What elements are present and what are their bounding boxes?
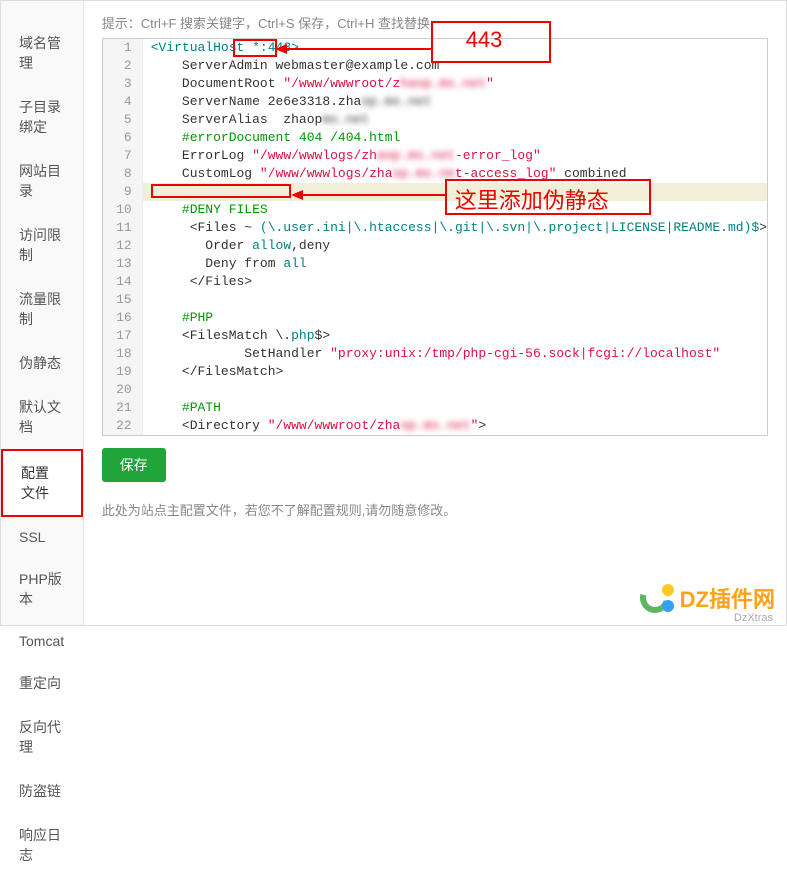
code-line[interactable]: 4 ServerName 2e6e3318.zhaop.ms.net	[103, 93, 767, 111]
code-content[interactable]: <VirtualHost *:443>	[143, 39, 767, 57]
code-content[interactable]: Order allow,deny	[143, 237, 767, 255]
code-content[interactable]: Deny from all	[143, 255, 767, 273]
code-line[interactable]: 1<VirtualHost *:443>	[103, 39, 767, 57]
sidebar-item-redirect[interactable]: 重定向	[1, 661, 83, 705]
code-line[interactable]: 12 Order allow,deny	[103, 237, 767, 255]
sidebar-item-ssl[interactable]: SSL	[1, 517, 83, 557]
line-number: 14	[103, 273, 143, 291]
sidebar-item-config-file[interactable]: 配置文件	[1, 449, 83, 517]
code-line[interactable]: 8 CustomLog "/www/wwwlogs/zhaop.ms.net-a…	[103, 165, 767, 183]
line-number: 18	[103, 345, 143, 363]
sidebar-item-rewrite[interactable]: 伪静态	[1, 341, 83, 385]
line-number: 11	[103, 219, 143, 237]
sidebar-item-domain-manage[interactable]: 域名管理	[1, 21, 83, 85]
save-button[interactable]: 保存	[102, 448, 166, 482]
code-content[interactable]: <Files ~ (\.user.ini|\.htaccess|\.git|\.…	[143, 219, 767, 237]
code-line[interactable]: 21 #PATH	[103, 399, 767, 417]
sidebar-item-hotlink[interactable]: 防盗链	[1, 769, 83, 813]
sidebar-item-access-limit[interactable]: 访问限制	[1, 213, 83, 277]
sidebar-item-php-version[interactable]: PHP版本	[1, 557, 83, 621]
line-number: 6	[103, 129, 143, 147]
sidebar-item-default-doc[interactable]: 默认文档	[1, 385, 83, 449]
watermark-text: DZ插件网	[680, 582, 775, 614]
line-number: 1	[103, 39, 143, 57]
line-number: 17	[103, 327, 143, 345]
code-line[interactable]: 13 Deny from all	[103, 255, 767, 273]
code-content[interactable]: SetHandler "proxy:unix:/tmp/php-cgi-56.s…	[143, 345, 767, 363]
code-content[interactable]: #DENY FILES	[143, 201, 767, 219]
code-content[interactable]	[143, 183, 767, 201]
sidebar-item-tomcat[interactable]: Tomcat	[1, 621, 83, 661]
code-line[interactable]: 10 #DENY FILES	[103, 201, 767, 219]
code-content[interactable]: DocumentRoot "/www/wwwroot/zhaop.ms.net"	[143, 75, 767, 93]
code-line[interactable]: 17 <FilesMatch \.php$>	[103, 327, 767, 345]
code-content[interactable]: #errorDocument 404 /404.html	[143, 129, 767, 147]
line-number: 15	[103, 291, 143, 309]
code-line[interactable]: 18 SetHandler "proxy:unix:/tmp/php-cgi-5…	[103, 345, 767, 363]
code-line[interactable]: 20	[103, 381, 767, 399]
sidebar-item-response-log[interactable]: 响应日志	[1, 813, 83, 877]
line-number: 4	[103, 93, 143, 111]
code-content[interactable]: </Files>	[143, 273, 767, 291]
code-content[interactable]	[143, 381, 767, 399]
code-line[interactable]: 9	[103, 183, 767, 201]
sidebar-item-traffic-limit[interactable]: 流量限制	[1, 277, 83, 341]
line-number: 5	[103, 111, 143, 129]
code-content[interactable]: ServerAlias zhaopms.net	[143, 111, 767, 129]
line-number: 8	[103, 165, 143, 183]
line-number: 9	[103, 183, 143, 201]
code-content[interactable]: ErrorLog "/www/wwwlogs/zhaop.ms.net-erro…	[143, 147, 767, 165]
line-number: 22	[103, 417, 143, 435]
code-line[interactable]: 16 #PHP	[103, 309, 767, 327]
code-line[interactable]: 5 ServerAlias zhaopms.net	[103, 111, 767, 129]
code-content[interactable]: </FilesMatch>	[143, 363, 767, 381]
watermark-logo-icon	[640, 580, 676, 616]
main-panel: 提示：Ctrl+F 搜索关键字，Ctrl+S 保存，Ctrl+H 查找替换 1<…	[84, 1, 786, 625]
config-warning: 此处为站点主配置文件，若您不了解配置规则,请勿随意修改。	[102, 500, 768, 519]
code-content[interactable]: ServerAdmin webmaster@example.com	[143, 57, 767, 75]
sidebar-item-site-dir[interactable]: 网站目录	[1, 149, 83, 213]
code-line[interactable]: 22 <Directory "/www/wwwroot/zhaop.ms.net…	[103, 417, 767, 435]
watermark-subtext: DzXtras	[734, 612, 773, 624]
line-number: 3	[103, 75, 143, 93]
code-content[interactable]: <FilesMatch \.php$>	[143, 327, 767, 345]
hint-text: 提示：Ctrl+F 搜索关键字，Ctrl+S 保存，Ctrl+H 查找替换	[102, 13, 768, 32]
line-number: 21	[103, 399, 143, 417]
annotation-box-insert-here	[151, 184, 291, 198]
code-content[interactable]: ServerName 2e6e3318.zhaop.ms.net	[143, 93, 767, 111]
line-number: 19	[103, 363, 143, 381]
code-line[interactable]: 2 ServerAdmin webmaster@example.com	[103, 57, 767, 75]
code-editor[interactable]: 1<VirtualHost *:443>2 ServerAdmin webmas…	[102, 38, 768, 436]
line-number: 20	[103, 381, 143, 399]
line-number: 16	[103, 309, 143, 327]
watermark: DZ插件网	[640, 580, 775, 616]
code-line[interactable]: 3 DocumentRoot "/www/wwwroot/zhaop.ms.ne…	[103, 75, 767, 93]
code-content[interactable]: #PATH	[143, 399, 767, 417]
line-number: 2	[103, 57, 143, 75]
code-line[interactable]: 6 #errorDocument 404 /404.html	[103, 129, 767, 147]
code-content[interactable]: #PHP	[143, 309, 767, 327]
sidebar-item-subdir-bind[interactable]: 子目录绑定	[1, 85, 83, 149]
code-line[interactable]: 19 </FilesMatch>	[103, 363, 767, 381]
code-content[interactable]: CustomLog "/www/wwwlogs/zhaop.ms.net-acc…	[143, 165, 767, 183]
sidebar-item-reverse-proxy[interactable]: 反向代理	[1, 705, 83, 769]
code-content[interactable]	[143, 291, 767, 309]
line-number: 12	[103, 237, 143, 255]
code-line[interactable]: 11 <Files ~ (\.user.ini|\.htaccess|\.git…	[103, 219, 767, 237]
code-line[interactable]: 15	[103, 291, 767, 309]
code-content[interactable]: <Directory "/www/wwwroot/zhaop.ms.net">	[143, 417, 767, 435]
line-number: 13	[103, 255, 143, 273]
code-line[interactable]: 7 ErrorLog "/www/wwwlogs/zhaop.ms.net-er…	[103, 147, 767, 165]
line-number: 7	[103, 147, 143, 165]
line-number: 10	[103, 201, 143, 219]
code-line[interactable]: 14 </Files>	[103, 273, 767, 291]
sidebar: 域名管理子目录绑定网站目录访问限制流量限制伪静态默认文档配置文件SSLPHP版本…	[1, 1, 84, 625]
